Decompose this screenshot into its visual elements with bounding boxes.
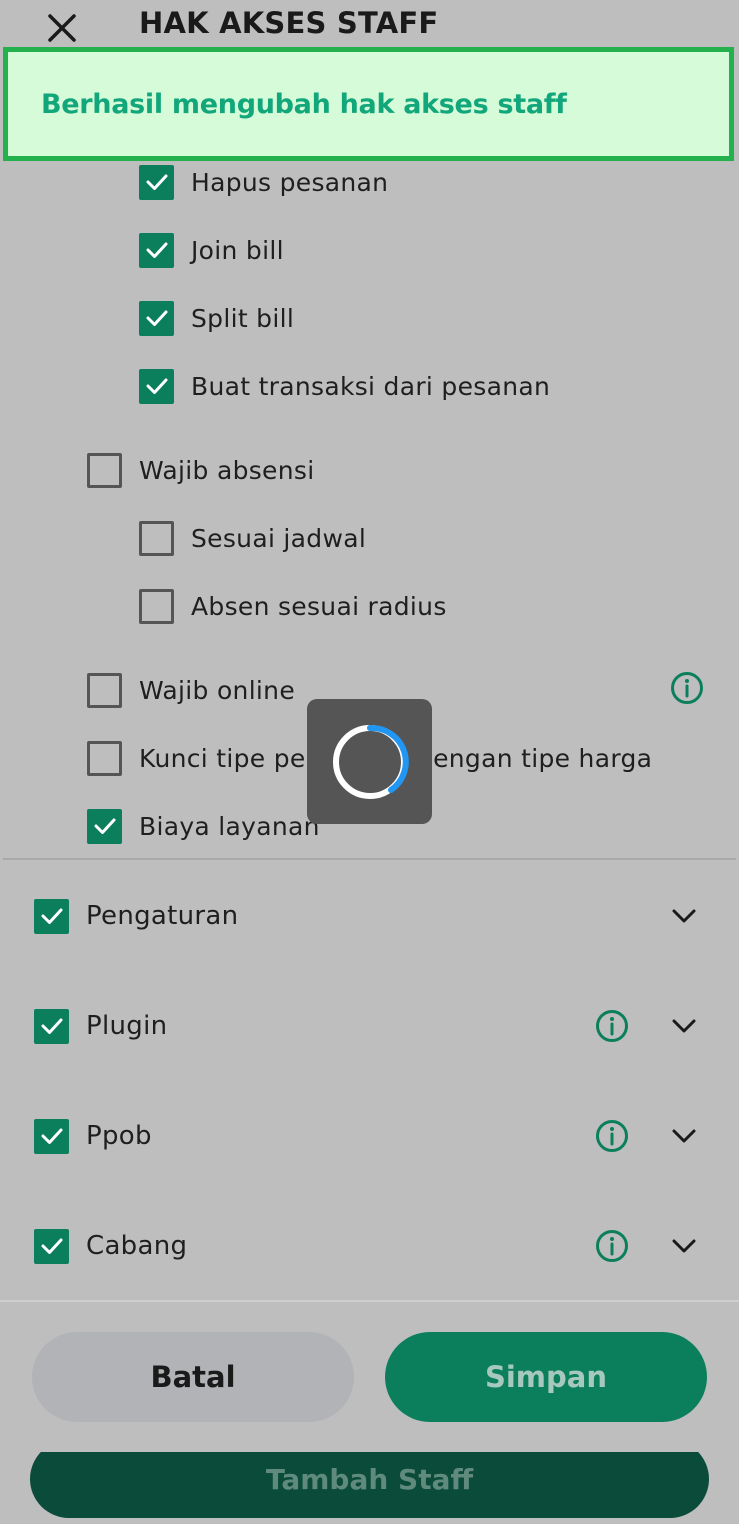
check-icon (146, 174, 167, 190)
section-cabang[interactable]: Cabang (34, 1226, 187, 1266)
header: HAK AKSES STAFF (0, 0, 739, 52)
footer-actions: Batal Simpan (0, 1300, 739, 1452)
check-icon (94, 818, 115, 834)
checkbox-checked[interactable] (139, 368, 174, 404)
chevron-down-icon[interactable] (669, 1011, 699, 1041)
permission-label: Buat transaksi dari pesanan (191, 371, 551, 401)
spinner-icon (332, 724, 409, 799)
permission-buat-transaksi[interactable]: Buat transaksi dari pesanan (139, 366, 550, 406)
checkbox-checked[interactable] (34, 1228, 69, 1264)
section-pengaturan[interactable]: Pengaturan (34, 896, 238, 936)
section-plugin[interactable]: Plugin (34, 1006, 167, 1046)
check-icon (41, 1238, 62, 1254)
checkbox-unchecked[interactable] (87, 740, 122, 776)
info-icon[interactable] (595, 1229, 629, 1263)
section-label: Cabang (86, 1231, 188, 1261)
section-label: Plugin (86, 1011, 168, 1041)
checkbox-checked[interactable] (87, 808, 122, 844)
chevron-down-icon[interactable] (669, 1231, 699, 1261)
permission-wajib-absensi[interactable]: Wajib absensi (87, 450, 314, 490)
add-staff-label: Tambah Staff (265, 1462, 474, 1496)
section-label: Pengaturan (86, 901, 239, 931)
check-icon (146, 242, 167, 258)
checkbox-unchecked[interactable] (87, 672, 122, 708)
checkbox-unchecked[interactable] (87, 452, 122, 488)
checkbox-checked[interactable] (139, 232, 174, 268)
info-icon[interactable] (595, 1119, 629, 1153)
page-title: HAK AKSES STAFF (139, 6, 439, 40)
permission-label: Sesuai jadwal (191, 523, 367, 553)
permission-join-bill[interactable]: Join bill (139, 230, 284, 270)
permission-sesuai-jadwal[interactable]: Sesuai jadwal (139, 518, 366, 558)
checkbox-checked[interactable] (139, 164, 174, 200)
check-icon (41, 908, 62, 924)
checkbox-checked[interactable] (34, 898, 69, 934)
permission-label: Wajib absensi (139, 455, 315, 485)
check-icon (146, 378, 167, 394)
section-label: Ppob (86, 1121, 152, 1151)
info-icon[interactable] (670, 671, 704, 705)
info-icon[interactable] (595, 1009, 629, 1043)
permission-label: Split bill (191, 303, 295, 333)
checkbox-unchecked[interactable] (139, 520, 174, 556)
divider (3, 858, 736, 860)
permission-split-bill[interactable]: Split bill (139, 298, 294, 338)
save-button[interactable]: Simpan (385, 1332, 707, 1422)
cancel-button[interactable]: Batal (32, 1332, 354, 1422)
permission-absen-radius[interactable]: Absen sesuai radius (139, 586, 447, 626)
checkbox-checked[interactable] (139, 300, 174, 336)
close-icon (48, 14, 76, 42)
close-button[interactable] (44, 10, 80, 46)
permission-wajib-online[interactable]: Wajib online (87, 670, 295, 710)
toast-message: Berhasil mengubah hak akses staff (41, 88, 567, 120)
check-icon (41, 1128, 62, 1144)
loading-spinner (307, 699, 432, 824)
chevron-down-icon[interactable] (669, 901, 699, 931)
permission-label: Biaya layanan (139, 811, 320, 841)
checkbox-checked[interactable] (34, 1118, 69, 1154)
permission-biaya-layanan[interactable]: Biaya layanan (87, 806, 320, 846)
permission-label: Join bill (191, 235, 284, 265)
section-ppob[interactable]: Ppob (34, 1116, 152, 1156)
permission-label: Hapus pesanan (191, 167, 389, 197)
success-toast: Berhasil mengubah hak akses staff (3, 47, 734, 161)
chevron-down-icon[interactable] (669, 1121, 699, 1151)
permission-label: Wajib online (139, 675, 296, 705)
check-icon (41, 1018, 62, 1034)
checkbox-unchecked[interactable] (139, 588, 174, 624)
check-icon (146, 310, 167, 326)
permission-hapus-pesanan[interactable]: Hapus pesanan (139, 162, 388, 202)
permission-label: Absen sesuai radius (191, 591, 447, 621)
checkbox-checked[interactable] (34, 1008, 69, 1044)
